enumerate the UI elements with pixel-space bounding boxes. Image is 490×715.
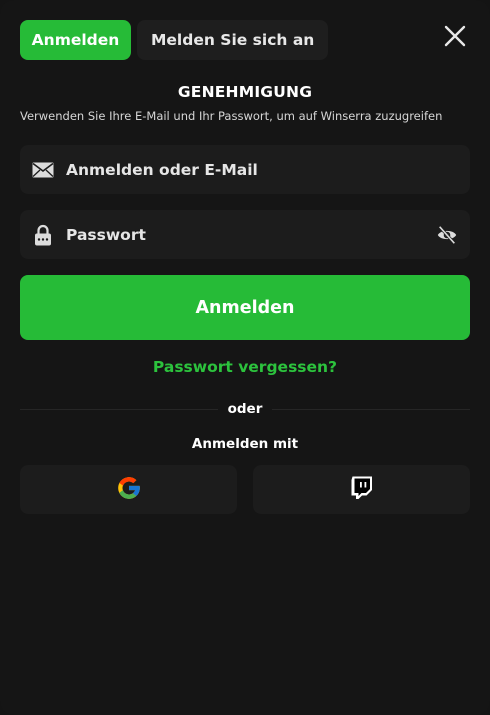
tab-login[interactable]: Anmelden <box>20 20 131 60</box>
social-login-label: Anmelden mit <box>191 436 299 452</box>
close-icon[interactable] <box>443 24 467 48</box>
divider-label: oder <box>227 401 263 417</box>
email-field[interactable] <box>20 145 470 194</box>
page-title: GENEHMIGUNG <box>177 83 313 101</box>
forgot-password-link[interactable]: Passwort vergessen? <box>0 358 490 376</box>
auth-tabs: Anmelden Melden Sie sich an <box>20 20 329 60</box>
eye-slash-icon[interactable] <box>436 224 458 246</box>
twitch-icon <box>351 476 373 504</box>
envelope-icon <box>32 159 54 181</box>
tab-register[interactable]: Melden Sie sich an <box>137 20 329 60</box>
login-button[interactable]: Anmelden <box>20 275 470 340</box>
google-icon <box>116 475 142 505</box>
google-login-button[interactable] <box>20 465 237 514</box>
password-field[interactable] <box>20 210 470 259</box>
password-input[interactable] <box>66 225 406 244</box>
login-modal: Anmelden Melden Sie sich an GENEHMIGUNG … <box>0 0 490 715</box>
page-subtitle: Verwenden Sie Ihre E-Mail und Ihr Passwo… <box>20 109 443 123</box>
twitch-login-button[interactable] <box>253 465 470 514</box>
email-input[interactable] <box>66 160 406 179</box>
lock-icon <box>32 224 54 246</box>
